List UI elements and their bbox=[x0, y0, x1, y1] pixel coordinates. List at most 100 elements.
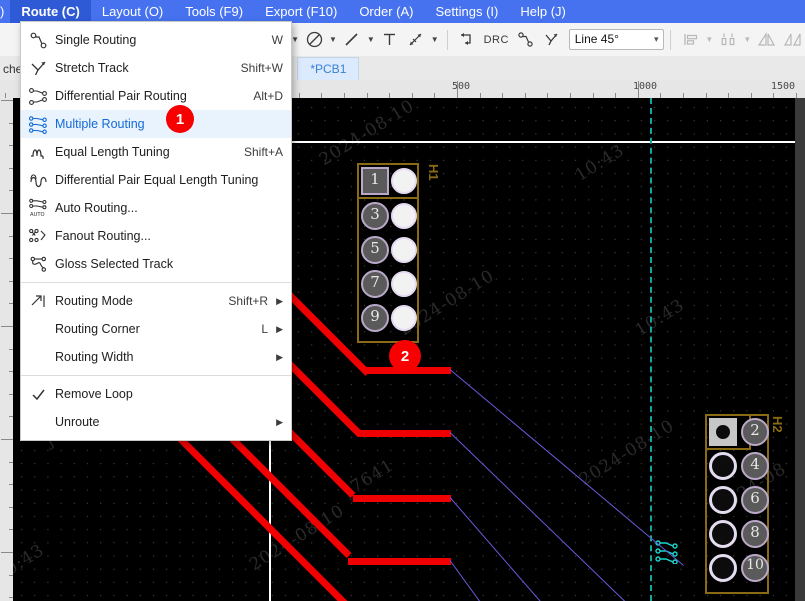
menu-item-differential-pair-equal-length-tuning[interactable]: Differential Pair Equal Length Tuning bbox=[21, 166, 291, 194]
menu-item-order[interactable]: Order (A) bbox=[348, 0, 424, 23]
auto-routing-icon: AUTO bbox=[21, 194, 55, 222]
drc-button[interactable]: DRC bbox=[480, 34, 513, 46]
menu-item-route[interactable]: Route (C) bbox=[10, 0, 91, 23]
menu-item-differential-pair-routing[interactable]: Differential Pair Routing Alt+D bbox=[21, 82, 291, 110]
no-entry-icon[interactable] bbox=[301, 27, 327, 53]
pad-h2-10[interactable] bbox=[741, 554, 769, 582]
menu-item-accel: W bbox=[272, 33, 291, 47]
menu-item-label: Differential Pair Routing bbox=[55, 89, 253, 103]
menu-item-label: Differential Pair Equal Length Tuning bbox=[55, 173, 283, 187]
stretch-track-icon[interactable] bbox=[539, 27, 565, 53]
submenu-arrow-icon: ▶ bbox=[276, 417, 291, 428]
text-tool-icon[interactable] bbox=[377, 27, 403, 53]
ruler-tick bbox=[1, 213, 13, 214]
pad-h1-7[interactable] bbox=[361, 270, 389, 298]
canvas-right-gutter[interactable] bbox=[795, 98, 805, 601]
multiple-routing-icon bbox=[21, 110, 55, 138]
vertical-ruler[interactable] bbox=[0, 98, 14, 601]
menu-item-single-routing[interactable]: Single Routing W bbox=[21, 26, 291, 54]
pad-h2-4[interactable] bbox=[741, 452, 769, 480]
pad-h1-5[interactable] bbox=[361, 236, 389, 264]
pad-h1-1[interactable] bbox=[361, 167, 389, 195]
differential-pair-icon bbox=[21, 82, 55, 110]
menu-item-remove-loop[interactable]: Remove Loop bbox=[21, 380, 291, 408]
align-caret[interactable]: ▼ bbox=[703, 27, 715, 53]
menu-item-help[interactable]: Help (J) bbox=[509, 0, 577, 23]
align-left-icon[interactable] bbox=[677, 27, 703, 53]
menu-item-stretch-track[interactable]: Stretch Track Shift+W bbox=[21, 54, 291, 82]
menu-item-label: Unroute bbox=[55, 415, 268, 429]
menu-item-fanout-routing[interactable]: Fanout Routing... bbox=[21, 222, 291, 250]
ruler-label-1000: 1000 bbox=[633, 81, 657, 92]
routing-mode-icon bbox=[21, 287, 55, 315]
pad-h2-2[interactable] bbox=[741, 418, 769, 446]
pad-h1-10[interactable] bbox=[391, 305, 417, 331]
pad-h2-7[interactable] bbox=[709, 520, 737, 548]
track-segment[interactable] bbox=[358, 430, 451, 437]
menu-item-routing-corner[interactable]: Routing Corner L ▶ bbox=[21, 315, 291, 343]
toolbar-separator-2 bbox=[670, 30, 671, 50]
pad-h1-9[interactable] bbox=[361, 304, 389, 332]
pad-h2-9[interactable] bbox=[709, 554, 737, 582]
callout-badge-1: 1 bbox=[166, 105, 194, 133]
distribute-caret[interactable]: ▼ bbox=[741, 27, 753, 53]
menu-icon-placeholder bbox=[21, 315, 55, 343]
pad-h1-2[interactable] bbox=[391, 168, 417, 194]
svg-text:AUTO: AUTO bbox=[30, 212, 45, 218]
menu-item-export[interactable]: Export (F10) bbox=[254, 0, 348, 23]
diff-pair-equal-length-icon bbox=[21, 166, 55, 194]
flip-vertical-icon[interactable] bbox=[779, 27, 805, 53]
single-routing-icon[interactable] bbox=[513, 27, 539, 53]
chevron-down-icon: ▾ bbox=[654, 34, 659, 45]
menu-item-auto-routing[interactable]: AUTO Auto Routing... bbox=[21, 194, 291, 222]
equal-length-icon bbox=[21, 138, 55, 166]
pad-h2-5[interactable] bbox=[709, 486, 737, 514]
single-routing-icon bbox=[21, 26, 55, 54]
reroute-icon[interactable] bbox=[454, 27, 480, 53]
menu-item-label: Equal Length Tuning bbox=[55, 145, 244, 159]
menu-item-unroute[interactable]: Unroute ▶ bbox=[21, 408, 291, 436]
pad-h2-3[interactable] bbox=[709, 452, 737, 480]
flip-horizontal-icon[interactable] bbox=[753, 27, 779, 53]
ruler-tick bbox=[1, 100, 13, 101]
menu-item-layout[interactable]: Layout (O) bbox=[91, 0, 174, 23]
line-caret[interactable]: ▼ bbox=[365, 27, 377, 53]
pad-h1-8[interactable] bbox=[391, 271, 417, 297]
checkmark-icon bbox=[21, 380, 55, 408]
menu-item-settings[interactable]: Settings (I) bbox=[424, 0, 509, 23]
ruler-tick bbox=[638, 81, 639, 98]
routing-corner-value: Line 45° bbox=[575, 29, 619, 50]
menu-item-equal-length-tuning[interactable]: Equal Length Tuning Shift+A bbox=[21, 138, 291, 166]
menu-item-accel: L bbox=[261, 322, 276, 336]
no-entry-caret[interactable]: ▼ bbox=[327, 27, 339, 53]
track-segment[interactable] bbox=[353, 495, 451, 502]
track-segment[interactable] bbox=[348, 558, 451, 565]
pad-h1-3[interactable] bbox=[361, 202, 389, 230]
menu-item-tools[interactable]: Tools (F9) bbox=[174, 0, 254, 23]
menu-item-clipped[interactable]: ) bbox=[0, 0, 10, 23]
menu-item-gloss-selected-track[interactable]: Gloss Selected Track bbox=[21, 250, 291, 278]
menu-item-label: Single Routing bbox=[55, 33, 272, 47]
menu-item-label: Routing Width bbox=[55, 350, 268, 364]
dimension-caret[interactable]: ▼ bbox=[429, 27, 441, 53]
dimension-icon[interactable] bbox=[403, 27, 429, 53]
ruler-tick bbox=[1, 439, 13, 440]
routing-corner-combo[interactable]: Line 45° ▾ bbox=[569, 29, 665, 50]
pad-h2-1[interactable] bbox=[709, 418, 737, 446]
line-icon[interactable] bbox=[339, 27, 365, 53]
ruler-label-1500: 1500 bbox=[771, 81, 795, 92]
menu-item-multiple-routing[interactable]: Multiple Routing bbox=[21, 110, 291, 138]
menu-item-routing-width[interactable]: Routing Width ▶ bbox=[21, 343, 291, 371]
submenu-arrow-icon: ▶ bbox=[276, 324, 291, 335]
menu-item-routing-mode[interactable]: Routing Mode Shift+R ▶ bbox=[21, 287, 291, 315]
callout-badge-2: 2 bbox=[389, 340, 421, 372]
pad-h2-8[interactable] bbox=[741, 520, 769, 548]
submenu-arrow-icon: ▶ bbox=[276, 296, 291, 307]
pad-h2-6[interactable] bbox=[741, 486, 769, 514]
distribute-icon[interactable] bbox=[715, 27, 741, 53]
pad-h1-4[interactable] bbox=[391, 203, 417, 229]
pad-h1-6[interactable] bbox=[391, 237, 417, 263]
menu-item-label: Routing Corner bbox=[55, 322, 261, 336]
tab-pcb1[interactable]: *PCB1 bbox=[297, 57, 359, 80]
menu-icon-placeholder bbox=[21, 343, 55, 371]
